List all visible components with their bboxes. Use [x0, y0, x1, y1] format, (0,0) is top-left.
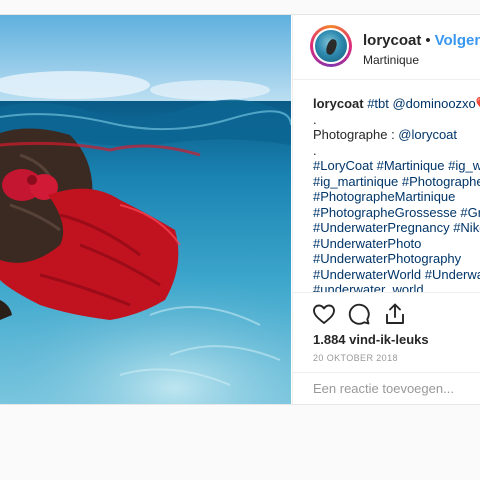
underwater-photo-image — [0, 15, 291, 404]
separator-dot: • — [425, 32, 431, 49]
comment-icon[interactable] — [347, 302, 371, 326]
hashtag-line[interactable]: #PhotographeMartinique — [313, 189, 480, 205]
post-date[interactable]: 20 OKTOBER 2018 — [313, 353, 398, 363]
avatar[interactable] — [313, 28, 349, 64]
caption-line-4: . — [313, 142, 317, 158]
post-sidebar: lorycoat • Volgen Martinique lorycoat #tbt… — [292, 15, 480, 404]
comment-input[interactable] — [313, 381, 480, 396]
hashtag-line[interactable]: #ig_martinique #Photographe — [313, 174, 480, 190]
hashtag-line[interactable]: #LoryCoat #Martinique #ig_w — [313, 158, 480, 174]
post-header: lorycoat • Volgen Martinique — [293, 15, 480, 80]
heart-icon[interactable] — [312, 302, 336, 326]
comment-area — [293, 372, 480, 404]
hashtag-line[interactable]: #underwater_world — [313, 282, 480, 292]
caption-line-1[interactable]: #tbt @dominoozxo❤️ — [364, 96, 480, 111]
hashtag-line[interactable]: #UnderwaterWorld #Underwa — [313, 267, 480, 283]
hashtag-line[interactable]: #UnderwaterPhoto — [313, 236, 480, 252]
location-link[interactable]: Martinique — [363, 53, 419, 67]
caption-username[interactable]: lorycoat — [313, 96, 364, 111]
hashtag-line[interactable]: #PhotographeGrossesse #Gro — [313, 205, 480, 221]
caption-photographer-label: Photographe : — [313, 127, 399, 142]
caption: lorycoat #tbt @dominoozxo❤️ . Photograph… — [313, 96, 480, 292]
hashtag-line[interactable]: #UnderwaterPhotography — [313, 251, 480, 267]
post-photo[interactable] — [0, 15, 291, 404]
post-actions: 1.884 vind-ik-leuks 20 OKTOBER 2018 — [293, 292, 480, 404]
share-icon[interactable] — [383, 302, 407, 326]
post-card: lorycoat • Volgen Martinique lorycoat #tbt… — [0, 14, 480, 405]
caption-line-2: . — [313, 111, 317, 127]
follow-button[interactable]: Volgen — [435, 32, 480, 49]
user-line: lorycoat • Volgen — [363, 32, 480, 49]
caption-mention[interactable]: @lorycoat — [398, 127, 457, 142]
username-link[interactable]: lorycoat — [363, 32, 421, 49]
like-count[interactable]: 1.884 vind-ik-leuks — [313, 332, 429, 347]
story-ring[interactable] — [310, 25, 352, 67]
hashtag-line[interactable]: #UnderwaterPregnancy #Niko — [313, 220, 480, 236]
